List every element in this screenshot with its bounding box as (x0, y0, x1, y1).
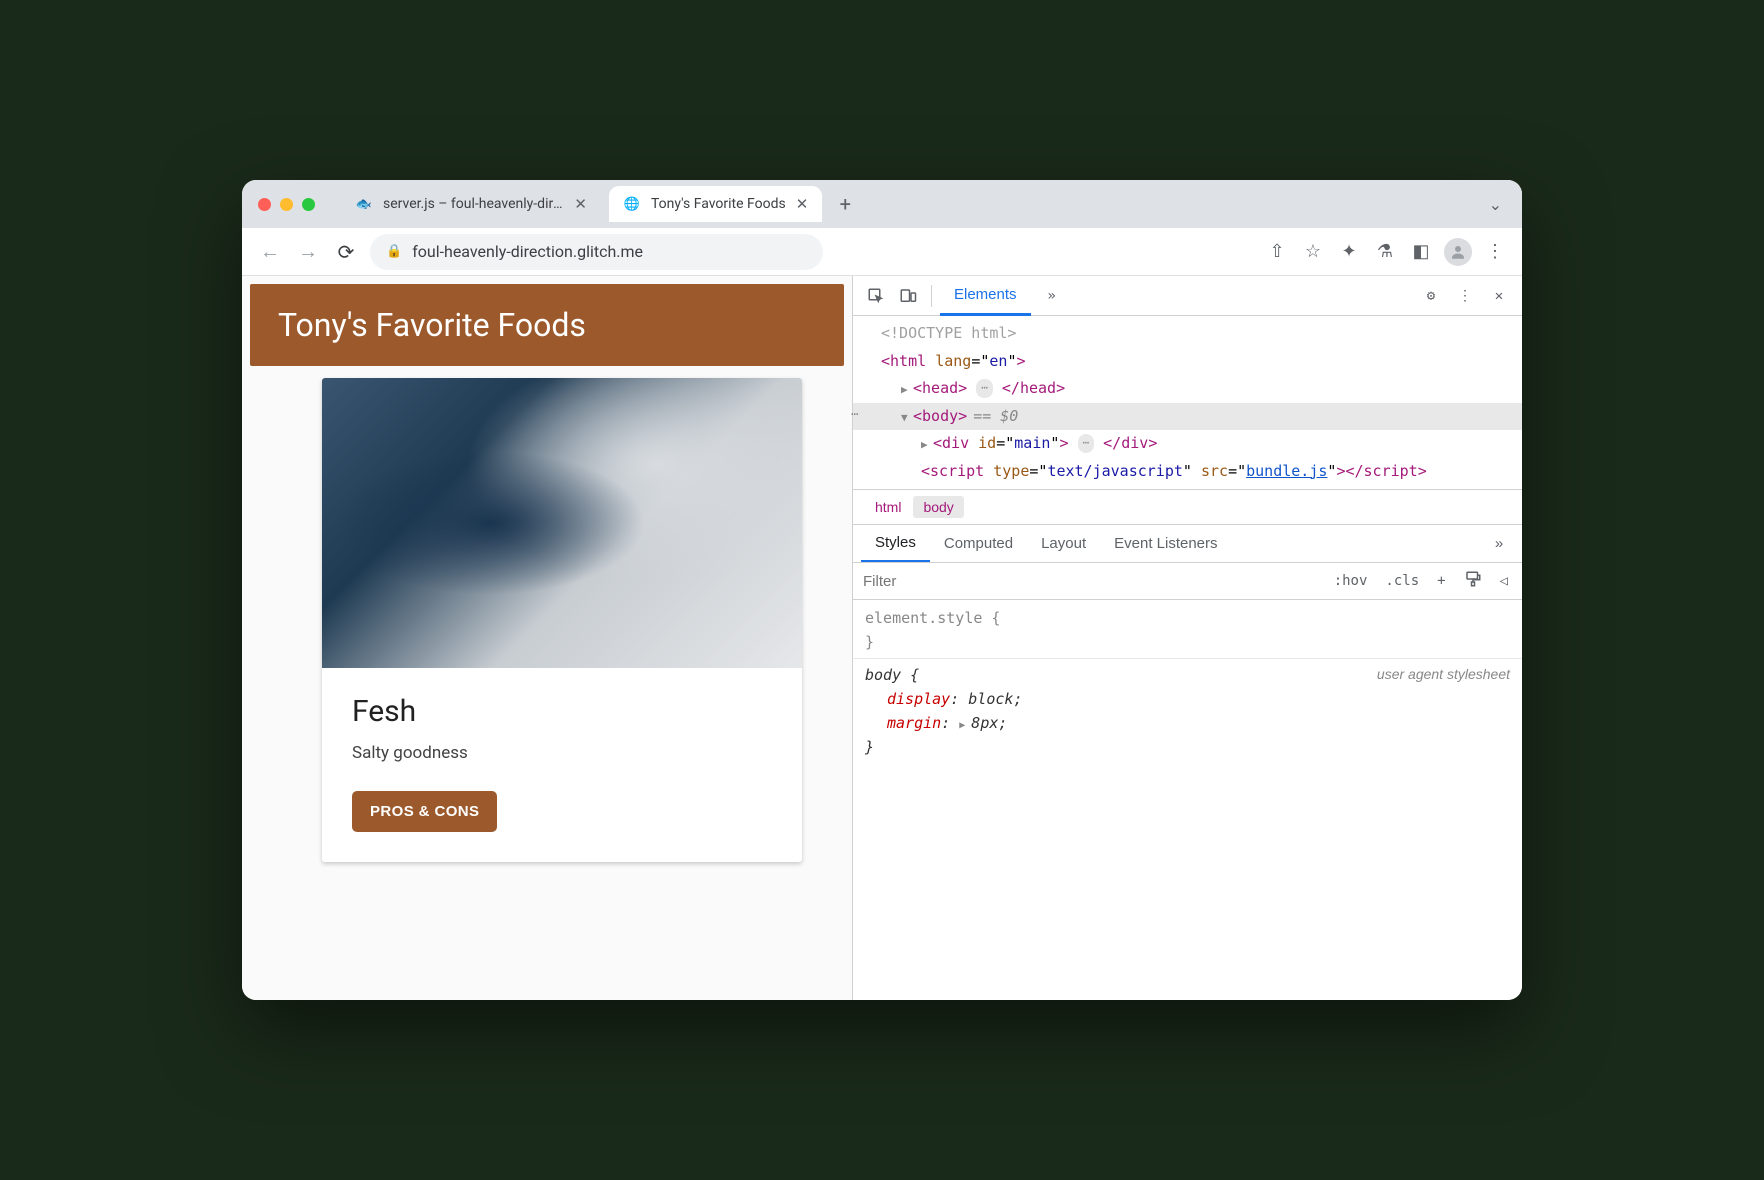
page-title: Tony's Favorite Foods (250, 284, 844, 366)
rendered-page: Tony's Favorite Foods Fesh Salty goodnes… (242, 276, 852, 1000)
address-bar[interactable]: 🔒 foul-heavenly-direction.glitch.me (370, 234, 823, 270)
html-node[interactable]: <html lang="en"> (853, 348, 1522, 376)
kebab-menu-icon[interactable]: ⋮ (1450, 281, 1480, 311)
card-image (322, 378, 802, 668)
inspect-icon[interactable] (861, 281, 891, 311)
forward-button[interactable]: → (294, 238, 322, 266)
more-styles-tabs-icon[interactable]: » (1484, 529, 1514, 559)
styles-filter-input[interactable] (863, 573, 1320, 590)
dom-tree[interactable]: <!DOCTYPE html> <html lang="en"> ▶<head>… (853, 316, 1522, 489)
tab-title: Tony's Favorite Foods (651, 196, 786, 212)
tab-tonys-foods[interactable]: 🌐 Tony's Favorite Foods ✕ (609, 186, 822, 222)
breadcrumb-body[interactable]: body (913, 496, 963, 518)
card-body: Fesh Salty goodness PROS & CONS (322, 668, 802, 862)
hov-toggle[interactable]: :hov (1330, 573, 1372, 589)
head-node[interactable]: ▶<head> ⋯ </head> (853, 375, 1522, 403)
maximize-window-button[interactable] (302, 198, 315, 211)
devtools-panel: Elements » ⚙ ⋮ ✕ <!DOCTYPE html> <html l… (852, 276, 1522, 1000)
rule-source: user agent stylesheet (1377, 663, 1510, 685)
globe-icon: 🌐 (623, 195, 641, 213)
reload-button[interactable]: ⟳ (332, 238, 360, 266)
script-node[interactable]: <script type="text/javascript" src="bund… (853, 458, 1522, 486)
bookmark-icon[interactable]: ☆ (1300, 239, 1326, 265)
dom-breadcrumb: html body (853, 489, 1522, 524)
browser-window: 🐟 server.js – foul-heavenly-direct ✕ 🌐 T… (242, 180, 1522, 1000)
food-card: Fesh Salty goodness PROS & CONS (322, 378, 802, 862)
tabs-dropdown-icon[interactable]: ⌄ (1489, 195, 1502, 214)
div-main-node[interactable]: ▶<div id="main"> ⋯ </div> (853, 430, 1522, 458)
extensions-icon[interactable]: ✦ (1336, 239, 1362, 265)
element-style-selector[interactable]: element.style { (865, 609, 1000, 627)
back-button[interactable]: ← (256, 238, 284, 266)
device-toggle-icon[interactable] (893, 281, 923, 311)
content-area: Tony's Favorite Foods Fesh Salty goodnes… (242, 276, 1522, 1000)
tab-elements[interactable]: Elements (940, 276, 1031, 316)
url-text: foul-heavenly-direction.glitch.me (412, 242, 643, 261)
favicon-icon: 🐟 (355, 195, 373, 213)
computed-toggle-icon[interactable]: ◁ (1496, 573, 1512, 589)
devtools-tab-strip: Elements » ⚙ ⋮ ✕ (853, 276, 1522, 316)
cls-toggle[interactable]: .cls (1381, 573, 1423, 589)
tab-glitch-editor[interactable]: 🐟 server.js – foul-heavenly-direct ✕ (341, 186, 601, 222)
card-title: Fesh (352, 694, 772, 729)
menu-icon[interactable]: ⋮ (1482, 239, 1508, 265)
body-selector[interactable]: body { (865, 666, 919, 684)
card-description: Salty goodness (352, 743, 772, 763)
minimize-window-button[interactable] (280, 198, 293, 211)
close-window-button[interactable] (258, 198, 271, 211)
tab-strip: 🐟 server.js – foul-heavenly-direct ✕ 🌐 T… (242, 180, 1522, 228)
pros-cons-button[interactable]: PROS & CONS (352, 791, 497, 832)
share-icon[interactable]: ⇧ (1264, 239, 1290, 265)
new-rule-button[interactable]: + (1433, 573, 1449, 589)
tab-event-listeners[interactable]: Event Listeners (1100, 525, 1231, 563)
tab-layout[interactable]: Layout (1027, 525, 1100, 563)
tab-computed[interactable]: Computed (930, 525, 1027, 563)
paint-icon[interactable] (1460, 570, 1486, 592)
new-tab-button[interactable]: + (830, 189, 860, 219)
breadcrumb-html[interactable]: html (865, 496, 911, 518)
styles-tab-strip: Styles Computed Layout Event Listeners » (853, 524, 1522, 562)
sidepanel-icon[interactable]: ◧ (1408, 239, 1434, 265)
doctype-node[interactable]: <!DOCTYPE html> (881, 324, 1016, 342)
profile-avatar[interactable] (1444, 238, 1472, 266)
toolbar: ← → ⟳ 🔒 foul-heavenly-direction.glitch.m… (242, 228, 1522, 276)
more-tabs-icon[interactable]: » (1037, 281, 1067, 311)
tab-title: server.js – foul-heavenly-direct (383, 196, 564, 212)
labs-icon[interactable]: ⚗ (1372, 239, 1398, 265)
styles-toolbar: :hov .cls + ◁ (853, 562, 1522, 600)
styles-rules[interactable]: element.style { } user agent stylesheet … (853, 600, 1522, 765)
body-node-selected[interactable]: ▼<body>== $0 (853, 403, 1522, 431)
window-controls (258, 198, 315, 211)
lock-icon: 🔒 (386, 244, 402, 259)
tab-styles[interactable]: Styles (861, 525, 930, 563)
close-tab-icon[interactable]: ✕ (574, 195, 587, 213)
close-devtools-icon[interactable]: ✕ (1484, 281, 1514, 311)
close-tab-icon[interactable]: ✕ (796, 195, 809, 213)
settings-gear-icon[interactable]: ⚙ (1416, 281, 1446, 311)
